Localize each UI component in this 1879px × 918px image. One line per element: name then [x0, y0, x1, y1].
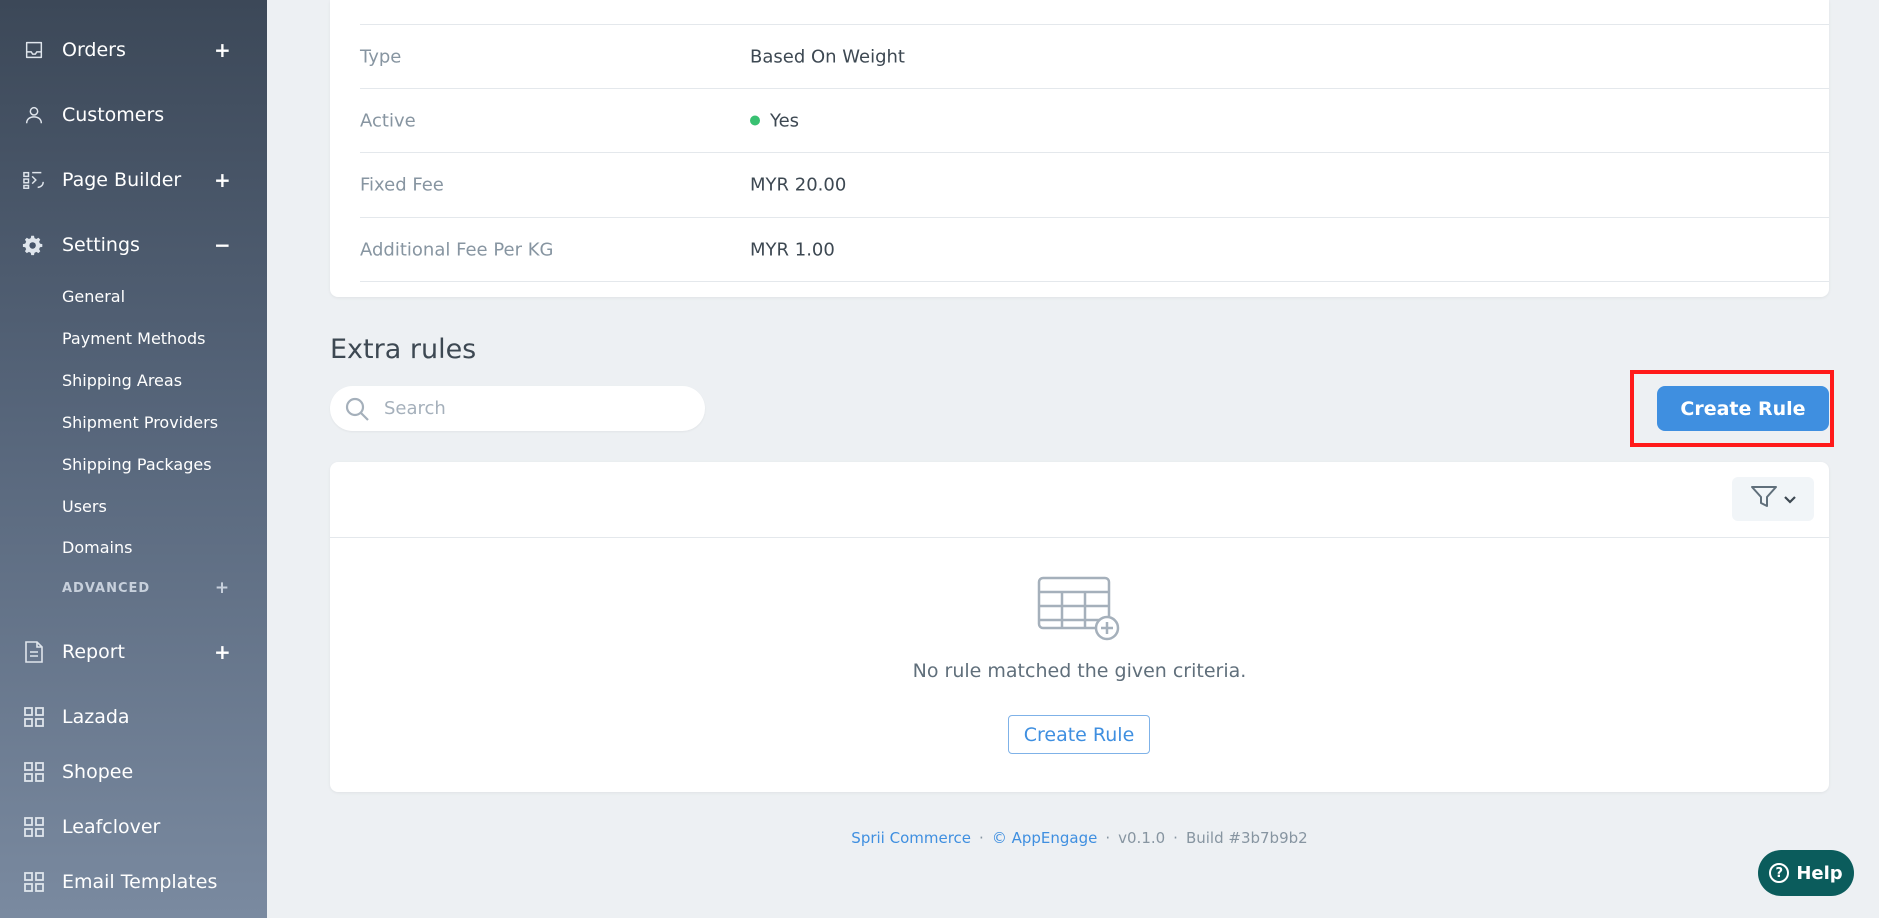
- empty-table-icon: [1037, 576, 1123, 642]
- sidebar: Orders + Customers Page Builder + Settin…: [0, 0, 267, 918]
- detail-value-active: Yes: [750, 110, 799, 131]
- sidebar-item-label: Customers: [62, 104, 165, 126]
- sidebar-item-label: Report: [62, 641, 125, 663]
- create-rule-button[interactable]: Create Rule: [1657, 386, 1829, 431]
- sidebar-item-leafclover[interactable]: Leafclover: [0, 807, 267, 847]
- sidebar-item-shopee[interactable]: Shopee: [0, 752, 267, 792]
- grid-icon: [22, 815, 46, 839]
- sidebar-item-orders[interactable]: Orders +: [0, 30, 267, 70]
- detail-value: MYR 1.00: [750, 239, 835, 260]
- sidebar-item-customers[interactable]: Customers: [0, 95, 267, 135]
- expand-icon[interactable]: +: [214, 168, 231, 192]
- sidebar-item-label: Leafclover: [62, 816, 161, 838]
- sidebar-subitem-shipping-packages[interactable]: Shipping Packages: [62, 455, 212, 474]
- active-status-dot: [750, 115, 760, 126]
- sidebar-item-label: Orders: [62, 39, 126, 61]
- sidebar-subitem-shipping-areas[interactable]: Shipping Areas: [62, 371, 182, 390]
- expand-icon[interactable]: +: [214, 640, 231, 664]
- user-icon: [22, 103, 46, 127]
- section-title-extra-rules: Extra rules: [330, 334, 477, 365]
- grid-icon: [22, 760, 46, 784]
- detail-label: Additional Fee Per KG: [360, 239, 554, 260]
- page-builder-icon: [22, 168, 46, 192]
- grid-icon: [22, 705, 46, 729]
- sidebar-item-label: Settings: [62, 234, 140, 256]
- detail-value: MYR 20.00: [750, 174, 847, 195]
- sidebar-item-settings[interactable]: Settings −: [0, 225, 267, 265]
- sidebar-item-lazada[interactable]: Lazada: [0, 697, 267, 737]
- detail-label: Active: [360, 110, 416, 131]
- shipping-rate-details-card: Type Based On Weight Active Yes Fixed Fe…: [330, 0, 1829, 297]
- gear-icon: [22, 233, 46, 257]
- sidebar-advanced-label[interactable]: ADVANCED: [62, 581, 150, 596]
- detail-divider: [360, 281, 1829, 282]
- footer: Sprii Commerce · © AppEngage · v0.1.0 · Build …: [330, 829, 1829, 847]
- chevron-down-icon: [1784, 490, 1796, 509]
- detail-label: Type: [360, 46, 402, 67]
- detail-row-fixed-fee: Fixed Fee MYR 20.00: [360, 152, 1829, 216]
- detail-value: Based On Weight: [750, 46, 905, 67]
- footer-separator: ·: [1173, 829, 1178, 847]
- search-input[interactable]: [384, 386, 684, 431]
- help-label: Help: [1796, 862, 1843, 884]
- expand-icon[interactable]: +: [214, 38, 231, 62]
- detail-label: Fixed Fee: [360, 174, 444, 195]
- detail-row-type: Type Based On Weight: [360, 24, 1829, 88]
- detail-row-active: Active Yes: [360, 88, 1829, 152]
- grid-icon: [22, 870, 46, 894]
- active-status-text: Yes: [770, 110, 800, 131]
- empty-create-rule-button[interactable]: Create Rule: [1008, 715, 1150, 754]
- rules-table-card: No rule matched the given criteria. Crea…: [330, 462, 1829, 792]
- question-icon: ?: [1769, 863, 1790, 883]
- sidebar-item-label: Lazada: [62, 706, 130, 728]
- help-button[interactable]: ? Help: [1758, 850, 1854, 896]
- inbox-icon: [22, 38, 46, 62]
- filter-icon: [1750, 484, 1778, 514]
- sidebar-item-email-templates[interactable]: Email Templates: [0, 862, 267, 902]
- search-icon: [344, 396, 370, 422]
- document-icon: [22, 640, 46, 664]
- empty-state-message: No rule matched the given criteria.: [912, 660, 1247, 682]
- collapse-icon[interactable]: −: [214, 233, 231, 257]
- sidebar-item-label: Email Templates: [62, 871, 218, 893]
- footer-separator: ·: [979, 829, 984, 847]
- footer-build: Build #3b7b9b2: [1185, 829, 1308, 847]
- sidebar-subitem-domains[interactable]: Domains: [62, 538, 132, 557]
- rules-table-header: [330, 462, 1829, 538]
- sidebar-item-label: Shopee: [62, 761, 134, 783]
- detail-row-additional-fee: Additional Fee Per KG MYR 1.00: [360, 217, 1829, 281]
- sidebar-item-label: Page Builder: [62, 169, 182, 191]
- sidebar-item-report[interactable]: Report +: [0, 632, 267, 672]
- sidebar-item-page-builder[interactable]: Page Builder +: [0, 160, 267, 200]
- footer-brand-link[interactable]: Sprii Commerce: [851, 829, 971, 847]
- sidebar-subitem-users[interactable]: Users: [62, 497, 107, 516]
- sidebar-subitem-general[interactable]: General: [62, 287, 125, 306]
- footer-version: v0.1.0: [1118, 829, 1166, 847]
- expand-icon[interactable]: +: [214, 578, 230, 598]
- sidebar-subitem-shipment-providers[interactable]: Shipment Providers: [62, 413, 218, 432]
- filter-button[interactable]: [1732, 477, 1814, 521]
- rules-search: [330, 386, 705, 431]
- footer-separator: ·: [1105, 829, 1111, 847]
- footer-copyright-link[interactable]: © AppEngage: [992, 829, 1098, 847]
- sidebar-subitem-payment-methods[interactable]: Payment Methods: [62, 329, 205, 348]
